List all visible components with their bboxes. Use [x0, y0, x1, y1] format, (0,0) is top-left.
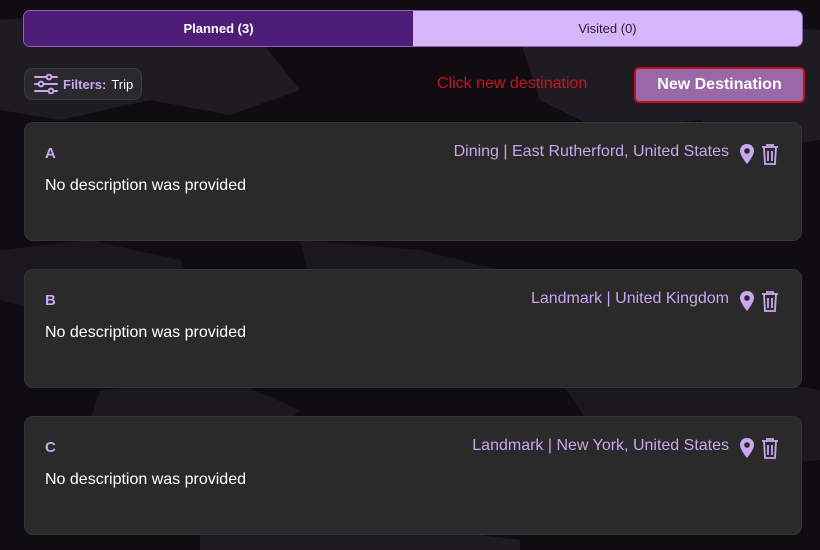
card-description: No description was provided [45, 324, 246, 341]
destination-card[interactable]: B Landmark | United Kingdom No descripti… [24, 269, 802, 388]
card-meta: Landmark | United Kingdom [530, 290, 729, 307]
filters-button[interactable]: Filters: Trip [24, 68, 142, 100]
card-meta: Landmark | New York, United States [472, 437, 729, 454]
map-pin-icon[interactable] [739, 290, 755, 312]
trash-icon[interactable] [761, 437, 779, 459]
filters-value: Trip [111, 76, 134, 92]
card-description: No description was provided [45, 471, 246, 488]
new-destination-button[interactable]: New Destination [634, 67, 805, 103]
card-title: C [45, 439, 56, 456]
trash-icon[interactable] [761, 143, 779, 165]
destination-card[interactable]: A Dining | East Rutherford, United State… [24, 122, 802, 241]
map-pin-icon[interactable] [739, 437, 755, 459]
filters-label: Filters: [63, 76, 107, 92]
sliders-icon [34, 74, 58, 94]
hint-text: Click new destination [437, 75, 588, 92]
card-title: B [45, 292, 56, 309]
card-description: No description was provided [45, 177, 246, 194]
card-title: A [45, 145, 56, 162]
card-meta: Dining | East Rutherford, United States [453, 143, 729, 160]
tab-visited[interactable]: Visited (0) [413, 11, 802, 46]
tab-planned[interactable]: Planned (3) [24, 11, 413, 46]
destination-card[interactable]: C Landmark | New York, United States No … [24, 416, 802, 535]
trash-icon[interactable] [761, 290, 779, 312]
tab-bar: Planned (3) Visited (0) [23, 10, 803, 47]
map-pin-icon[interactable] [739, 143, 755, 165]
